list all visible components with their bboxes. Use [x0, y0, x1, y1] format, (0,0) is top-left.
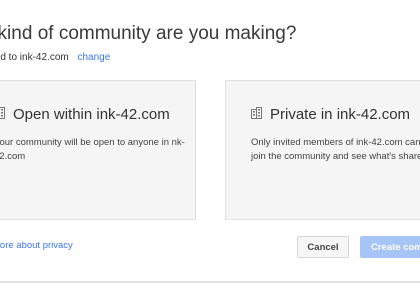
learn-more-privacy-link[interactable]: more about privacy [0, 240, 73, 251]
building-icon [0, 106, 5, 123]
domain-restriction: cted to ink-42.com change [0, 52, 110, 63]
option-private-description: Only invited members of ink-42.com can j… [251, 136, 420, 164]
option-private-description-line: join the community and see what's shared [251, 151, 420, 162]
option-private-description-line: Only invited members of ink-42.com can [251, 137, 420, 148]
dialog-title: t kind of community are you making? [0, 23, 297, 44]
option-private-card[interactable]: Private in ink-42.com Only invited membe… [225, 80, 420, 220]
building-icon [251, 106, 262, 123]
option-open-heading: Open within ink-42.com [0, 106, 170, 123]
option-private-title: Private in ink-42.com [270, 106, 411, 123]
option-open-title: Open within ink-42.com [13, 106, 170, 123]
option-open-card[interactable]: Open within ink-42.com Your community wi… [0, 80, 196, 220]
option-private-heading: Private in ink-42.com [251, 106, 410, 123]
option-open-description: Your community will be open to anyone in… [0, 137, 185, 162]
domain-restriction-text: cted to ink-42.com [0, 52, 69, 63]
change-link[interactable]: change [78, 52, 111, 63]
create-community-button[interactable]: Create comm [360, 236, 420, 258]
create-community-dialog: t kind of community are you making? cted… [0, 0, 420, 283]
cancel-button[interactable]: Cancel [297, 236, 349, 258]
